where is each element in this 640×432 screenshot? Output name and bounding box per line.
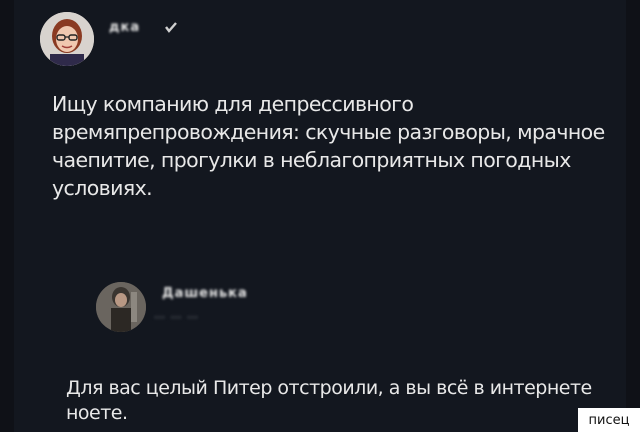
post-author-avatar[interactable] [40,12,94,66]
reply-text: Для вас целый Питер отстроили, а вы всё … [66,377,592,424]
reply-author-handle[interactable]: Дашенька [162,286,248,301]
post-author-handle[interactable]: дка [109,20,140,35]
reply-author-avatar[interactable] [96,282,146,332]
watermark: писец [578,408,640,432]
verified-badge-icon [165,22,177,33]
post-card: дка Ищу компанию для депрессивного время… [14,0,626,432]
post-text: Ищу компанию для депрессивного времяпреп… [52,92,605,200]
reply-author-subline: … … … [154,308,199,321]
